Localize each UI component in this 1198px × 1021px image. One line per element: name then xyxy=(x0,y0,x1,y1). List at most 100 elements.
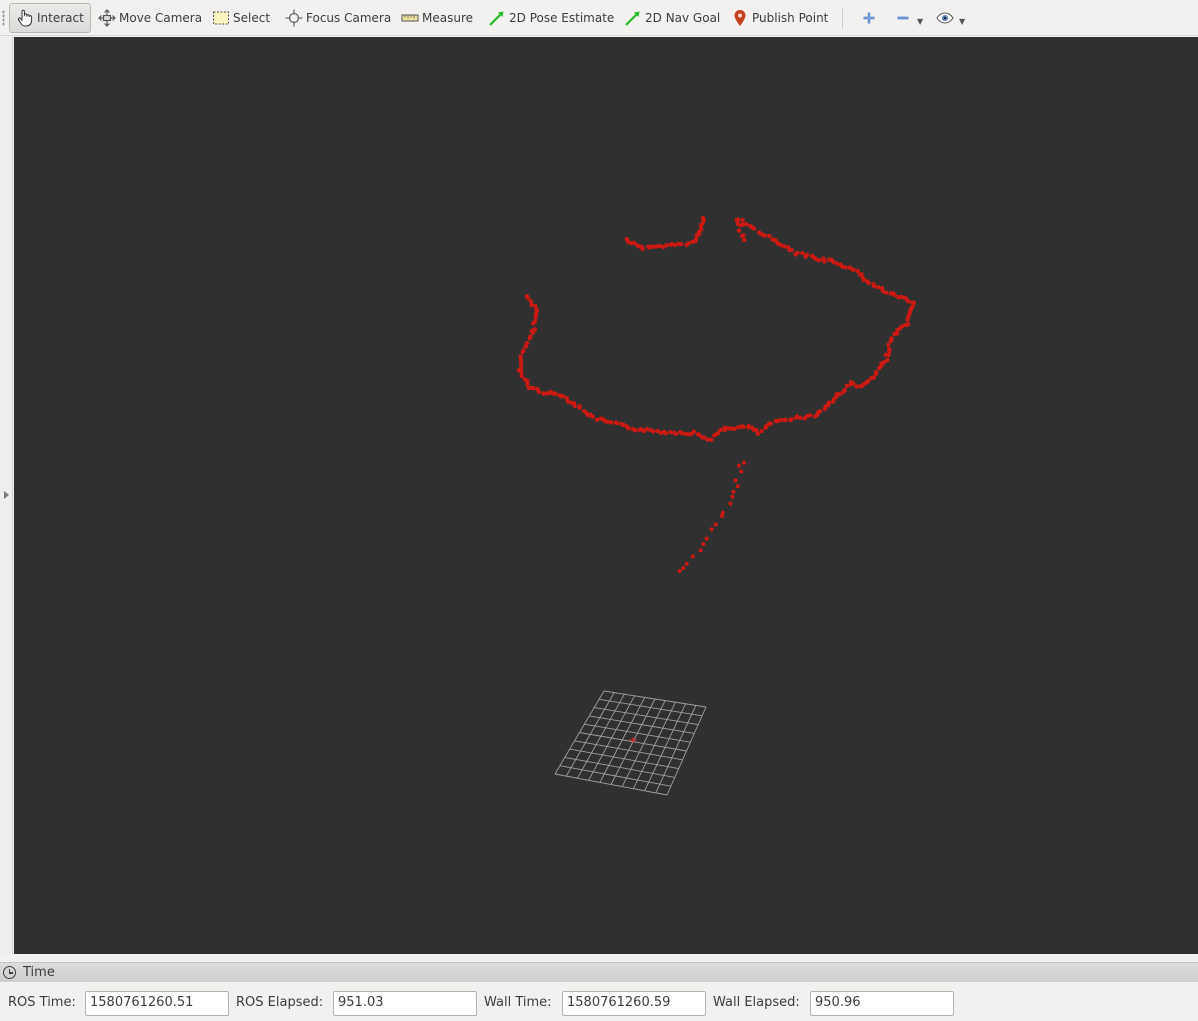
move-camera-tool-label: Move Camera xyxy=(119,11,203,25)
scan-point xyxy=(594,417,600,422)
scan-point xyxy=(709,437,714,442)
scan-point xyxy=(854,384,859,389)
scan-point xyxy=(704,536,709,541)
scan-point xyxy=(736,463,741,468)
scan-point xyxy=(531,321,536,326)
toolbar-grip[interactable] xyxy=(2,10,5,26)
grid-line xyxy=(554,773,668,796)
grid-line xyxy=(559,765,671,787)
scan-point xyxy=(651,429,656,434)
scan-point xyxy=(531,386,536,391)
measure-tool-button[interactable]: Measure xyxy=(394,3,480,33)
scan-point xyxy=(759,429,764,434)
scan-point xyxy=(679,431,685,436)
scan-point xyxy=(700,215,706,221)
scan-point xyxy=(736,425,741,430)
grid-line xyxy=(569,748,679,770)
scan-point xyxy=(785,244,791,250)
scan-point xyxy=(528,299,533,304)
grid-line xyxy=(564,756,675,778)
scan-point xyxy=(572,403,578,409)
remove-tool-icon xyxy=(894,9,912,27)
scan-point xyxy=(783,417,788,422)
scan-point xyxy=(527,336,532,341)
scan-point xyxy=(803,254,808,259)
clock-icon xyxy=(3,966,16,979)
scan-point xyxy=(889,336,894,341)
select-rectangle-icon xyxy=(212,9,230,27)
ros-elapsed-field[interactable]: 951.03 xyxy=(333,991,477,1016)
publish-point-tool-label: Publish Point xyxy=(752,11,829,25)
scan-point xyxy=(681,566,686,571)
interact-tool-button[interactable]: Interact xyxy=(9,3,91,33)
remove-tool-button[interactable]: ▼ xyxy=(887,3,930,33)
toolbar-separator xyxy=(842,7,843,29)
scan-point xyxy=(736,228,742,233)
scan-point xyxy=(767,233,772,239)
scan-point xyxy=(720,514,724,518)
scene-canvas[interactable] xyxy=(14,37,1198,954)
scan-point xyxy=(826,400,832,405)
scan-point xyxy=(737,223,743,228)
pose-estimate-tool-button[interactable]: 2D Pose Estimate xyxy=(481,3,621,33)
scan-point xyxy=(523,344,528,349)
scan-point xyxy=(663,431,669,436)
scan-point xyxy=(847,265,852,270)
scan-point xyxy=(808,413,813,418)
scan-point xyxy=(673,431,679,436)
select-tool-label: Select xyxy=(233,11,271,25)
wall-time-field[interactable]: 1580761260.59 xyxy=(562,991,706,1016)
ruler-icon xyxy=(401,9,419,27)
scan-point xyxy=(686,241,691,246)
scan-point xyxy=(817,409,823,414)
focus-camera-icon xyxy=(285,9,303,27)
laser-scan-pointcloud xyxy=(516,215,917,573)
scan-point xyxy=(875,285,881,290)
scan-point xyxy=(768,421,774,426)
scan-point xyxy=(536,389,541,394)
panel-splitter[interactable] xyxy=(0,954,1198,962)
ground-grid xyxy=(554,690,707,796)
expand-panel-icon[interactable] xyxy=(4,491,9,499)
scan-point xyxy=(678,241,684,247)
scan-point xyxy=(626,426,631,431)
ros-time-field[interactable]: 1580761260.51 xyxy=(85,991,229,1016)
green-arrow-icon xyxy=(624,9,642,27)
scan-point xyxy=(577,405,582,410)
scan-point xyxy=(821,256,826,261)
move-camera-tool-button[interactable]: Move Camera xyxy=(91,3,209,33)
scan-point xyxy=(896,295,901,300)
scan-point xyxy=(713,522,718,527)
scan-point xyxy=(871,281,876,287)
time-panel: ROS Time: 1580761260.51 ROS Elapsed: 951… xyxy=(0,983,1198,1021)
focus-camera-tool-button[interactable]: Focus Camera xyxy=(278,3,398,33)
scan-point xyxy=(885,357,890,363)
publish-point-tool-button[interactable]: Publish Point xyxy=(724,3,835,33)
view-options-button[interactable]: ▼ xyxy=(929,3,972,33)
scan-point xyxy=(730,494,735,499)
scan-point xyxy=(798,415,803,420)
scan-point xyxy=(690,554,695,559)
collapsed-side-panel[interactable] xyxy=(0,37,13,954)
scan-point xyxy=(887,347,892,352)
scan-point xyxy=(694,236,699,242)
scan-point xyxy=(888,291,893,296)
select-tool-button[interactable]: Select xyxy=(205,3,277,33)
interact-tool-label: Interact xyxy=(37,11,84,25)
scan-point xyxy=(691,429,696,434)
scan-point xyxy=(728,501,733,506)
add-tool-button[interactable] xyxy=(853,3,888,33)
scan-point xyxy=(755,431,760,436)
scan-point xyxy=(732,426,737,431)
render-viewport[interactable] xyxy=(14,37,1198,954)
scan-point xyxy=(789,417,794,422)
chevron-down-icon: ▼ xyxy=(959,16,966,26)
nav-goal-tool-button[interactable]: 2D Nav Goal xyxy=(617,3,727,33)
scan-point xyxy=(701,542,706,547)
wall-elapsed-field[interactable]: 950.96 xyxy=(810,991,954,1016)
scan-point xyxy=(748,223,753,229)
move-camera-icon xyxy=(98,9,116,27)
focus-camera-tool-label: Focus Camera xyxy=(306,11,392,25)
time-panel-title: Time xyxy=(23,965,55,980)
scan-point xyxy=(614,420,620,426)
